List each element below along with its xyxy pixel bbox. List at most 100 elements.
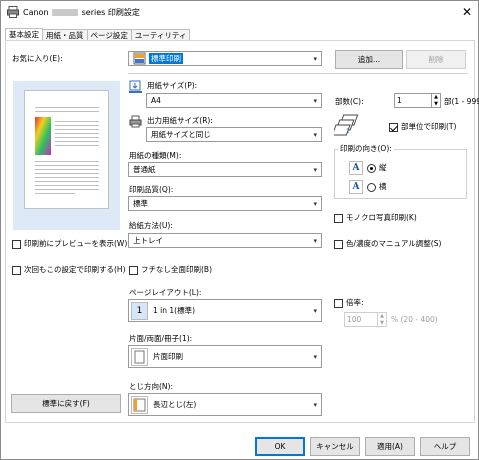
print-quality-label: 印刷品質(Q): [129,185,174,194]
copies-input[interactable]: 1 [394,93,432,108]
scale-spinner[interactable]: ▲ ▼ [378,312,387,327]
print-settings-dialog: Canon series 印刷設定 ✕ 基本設定 用紙・品質 ページ設定 ユーテ… [0,0,479,460]
paper-source-value: 上トレイ [133,236,163,245]
portrait-icon: A [349,161,363,175]
output-size-label: 出力用紙サイズ(R): [147,116,213,125]
mono-photo-label: モノクロ写真印刷(K) [346,213,417,222]
manual-color-label: 色/濃度のマニュアル調整(S) [346,239,442,248]
spin-up-icon[interactable]: ▲ [378,313,386,320]
apply-button[interactable]: 適用(A) [365,437,415,456]
window-title: Canon series 印刷設定 [23,7,140,18]
preview-text-line [55,129,99,130]
page-layout-select[interactable]: 1 1 in 1(標準) ▾ [128,299,322,322]
chevron-down-icon: ▾ [313,97,317,105]
preview-text-line [55,137,99,138]
chevron-down-icon: ▾ [313,131,317,139]
spin-down-icon[interactable]: ▼ [378,320,386,327]
svg-text:1: 1 [346,128,350,135]
preview-text-line [35,161,99,162]
chevron-down-icon: ▾ [313,307,317,315]
paper-source-select[interactable]: 上トレイ ▾ [128,233,322,248]
add-favorite-button[interactable]: 追加... [335,50,403,69]
preview-text-line [35,111,99,112]
ok-button[interactable]: OK [255,437,305,456]
binding-select[interactable]: 長辺とじ(左) ▾ [128,393,322,416]
preview-color-image [35,117,51,155]
mono-photo-checkbox[interactable] [334,214,343,223]
paper-size-label: 用紙サイズ(P): [147,81,198,90]
help-button[interactable]: ヘルプ [420,437,470,456]
chevron-down-icon: ▾ [313,200,317,208]
media-type-value: 普通紙 [133,165,156,174]
copies-label: 部数(C): [335,97,364,106]
spin-up-icon[interactable]: ▲ [432,94,440,101]
preview-text-line [55,133,99,134]
scale-label: 倍率: [346,298,364,307]
close-icon[interactable]: ✕ [459,4,475,20]
divider [128,73,468,74]
chevron-down-icon: ▾ [313,401,317,409]
portrait-label: 縦 [379,163,387,172]
preview-text-line [35,185,99,186]
preview-text-line [35,181,99,182]
duplex-value: 片面印刷 [153,352,183,361]
preview-text-line [35,173,99,174]
page-layout-label: ページレイアウト(L): [129,288,202,297]
paper-size-select[interactable]: A4 ▾ [146,93,322,108]
duplex-select[interactable]: 片面印刷 ▾ [128,345,322,368]
scale-input[interactable]: 100 [344,312,378,327]
preview-text-line [35,189,99,190]
landscape-radio[interactable] [367,183,376,192]
portrait-radio[interactable] [367,164,376,173]
printer-icon [7,6,19,18]
title-brand: Canon [23,8,49,17]
preview-text-line [55,141,99,142]
borderless-checkbox[interactable] [129,266,138,275]
chevron-down-icon: ▾ [313,166,317,174]
preview-paper [24,90,109,209]
scale-value: 100 [347,315,362,324]
preview-before-print-checkbox[interactable] [12,240,21,249]
preview-text-line [55,121,99,122]
print-quality-select[interactable]: 標準 ▾ [128,196,322,211]
restore-defaults-button[interactable]: 標準に戻す(F) [11,394,121,413]
media-type-select[interactable]: 普通紙 ▾ [128,162,322,177]
print-quality-value: 標準 [133,199,148,208]
output-printer-icon [129,115,142,128]
remember-settings-checkbox[interactable] [12,266,21,275]
single-sided-icon [131,347,148,366]
favorite-preset-icon [133,52,146,65]
title-bar: Canon series 印刷設定 ✕ [1,1,478,23]
paper-source-label: 給紙方法(U): [129,221,173,230]
binding-label: とじ方向(N): [129,382,173,391]
long-edge-left-icon [131,395,148,414]
manual-color-checkbox[interactable] [334,240,343,249]
chevron-down-icon: ▾ [313,353,317,361]
title-suffix: series 印刷設定 [81,8,140,17]
scale-range: % (20 - 400) [391,315,438,324]
copies-value: 1 [397,96,402,105]
collate-label: 部単位で印刷(T) [401,122,457,131]
preview-text-line [35,107,99,108]
spin-down-icon[interactable]: ▼ [432,101,440,108]
collate-checkbox[interactable] [389,123,398,132]
cancel-button[interactable]: キャンセル [310,437,360,456]
favorites-label: お気に入り(E): [12,54,63,63]
preview-text-line [55,125,99,126]
preview-text-line [35,193,75,194]
orientation-label: 印刷の向き(O): [338,144,394,154]
borderless-label: フチなし全面印刷(B) [141,265,212,274]
favorites-select[interactable]: 標準印刷 ▾ [128,51,322,66]
collate-stack-icon: 1 [334,114,359,136]
output-size-select[interactable]: 用紙サイズと同じ ▾ [146,127,322,142]
remember-settings-label: 次回もこの設定で印刷する(H) [24,265,126,274]
scale-checkbox[interactable] [334,299,343,308]
copies-spinner[interactable]: ▲ ▼ [432,93,441,108]
landscape-label: 横 [379,182,387,191]
layout-1in1-icon: 1 [131,301,148,320]
delete-favorite-button[interactable]: 削除 [406,50,466,69]
copies-range: 部(1 - 999) [444,97,479,106]
page-layout-value: 1 in 1(標準) [153,306,196,315]
landscape-icon: A [349,180,363,194]
chevron-down-icon: ▾ [313,55,317,63]
